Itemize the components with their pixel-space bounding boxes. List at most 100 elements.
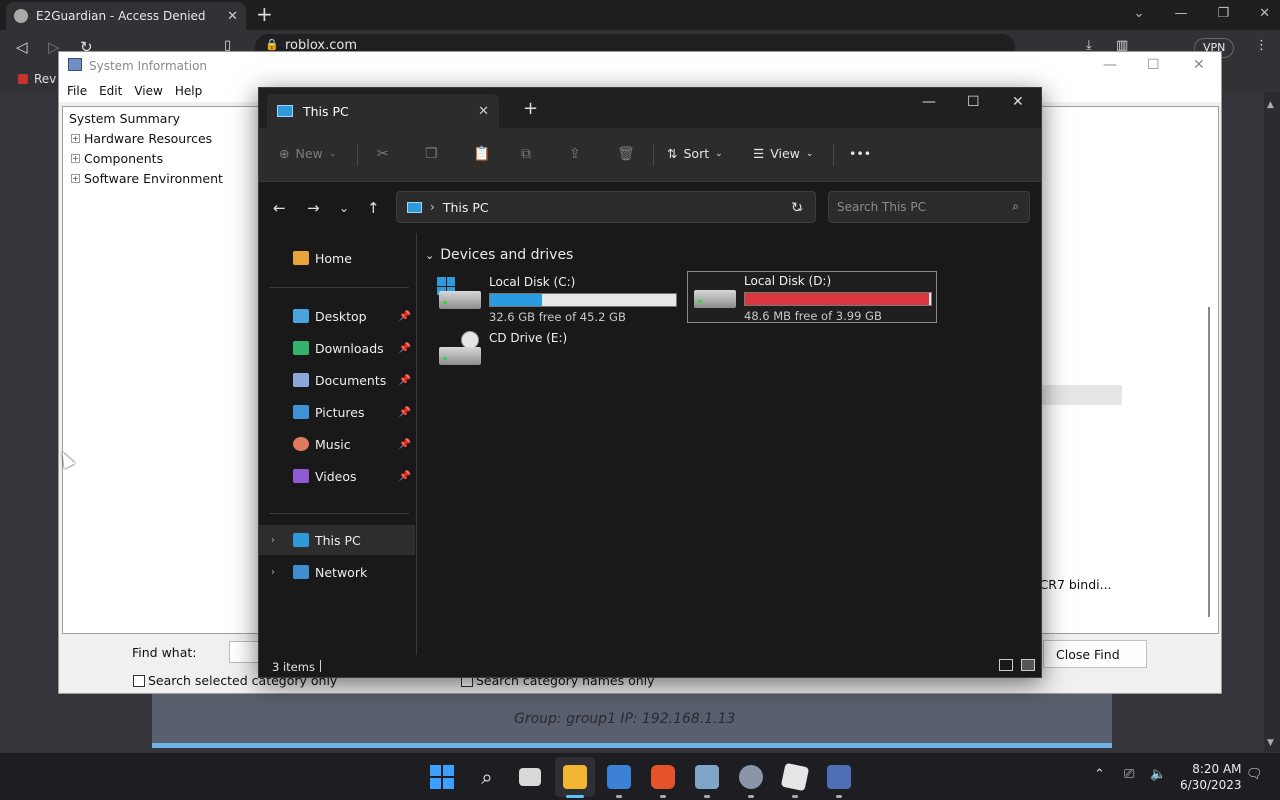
system-info-icon[interactable] [827,765,851,789]
nav-item-documents[interactable]: Documents 📌 [259,365,415,395]
nav-item-downloads[interactable]: Downloads 📌 [259,333,415,363]
nav-item-music[interactable]: Music 📌 [259,429,415,459]
volume-icon[interactable]: 🔈 [1150,767,1166,782]
delete-icon[interactable]: 🗑 [617,146,635,162]
page-scrollbar[interactable]: ▲ ▼ [1264,92,1280,752]
microsoft-store-icon[interactable] [607,765,631,789]
large-icons-view-icon[interactable] [1021,659,1035,671]
roblox-icon[interactable] [780,762,810,792]
file-explorer-icon[interactable] [563,765,587,789]
view-button[interactable]: ☰ View ⌄ [753,146,813,161]
scroll-up-icon[interactable]: ▲ [1267,100,1274,110]
bookmark-item[interactable]: Rev [18,72,56,86]
details-row-selected[interactable] [1042,385,1122,405]
paste-icon[interactable]: 📋 [473,146,490,162]
share-icon[interactable]: ⇪ [569,146,581,162]
system-clock[interactable]: 8:20 AM 6/30/2023 [1180,761,1242,793]
pin-icon[interactable]: 📌 [399,311,411,322]
browser-tab-active[interactable]: E2Guardian - Access Denied ✕ [6,2,246,30]
nav-item-this-pc[interactable]: › This PC [259,525,415,555]
task-view-icon[interactable] [519,768,541,786]
drive-c[interactable]: Local Disk (C:) 32.6 GB free of 45.2 GB [437,275,681,327]
pin-icon[interactable]: 📌 [399,343,411,354]
pin-icon[interactable]: 📌 [399,471,411,482]
new-tab-button[interactable]: + [523,98,538,119]
search-icon[interactable]: ⌕ [475,765,499,789]
breadcrumb-this-pc[interactable]: This PC [443,200,796,215]
explorer-titlebar[interactable]: This PC ✕ + — ☐ ✕ [259,88,1041,128]
sort-button[interactable]: ⇅ Sort ⌄ [667,146,723,161]
resource-monitor-icon[interactable] [695,765,719,789]
pin-icon[interactable]: 📌 [399,439,411,450]
close-icon[interactable]: ✕ [1259,6,1270,21]
minimize-icon[interactable]: — [1174,6,1187,21]
recent-locations-icon[interactable]: ⌄ [339,201,349,215]
drive-d[interactable]: Local Disk (D:) 48.6 MB free of 3.99 GB [687,271,937,323]
drive-e[interactable]: CD Drive (E:) [437,331,681,371]
chevron-right-icon[interactable]: › [271,567,275,578]
cut-icon[interactable]: ✂ [377,146,389,162]
home-icon [293,251,309,265]
new-button[interactable]: ⊕ New ⌄ [279,146,336,161]
drive-free-space: 32.6 GB free of 45.2 GB [489,310,626,324]
find-what-input[interactable] [229,641,259,663]
chevron-down-icon[interactable]: ⌄ [1134,6,1145,21]
details-view-icon[interactable] [999,659,1013,671]
breadcrumb-chevron-icon[interactable]: › [430,200,435,214]
nav-item-pictures[interactable]: Pictures 📌 [259,397,415,427]
explorer-tab-this-pc[interactable]: This PC ✕ [267,94,499,128]
close-icon[interactable]: ✕ [1012,94,1024,110]
menu-edit[interactable]: Edit [97,80,132,102]
rename-icon[interactable]: ⧉ [521,146,531,162]
menu-help[interactable]: Help [173,80,212,102]
tree-item-hardware-resources[interactable]: + Hardware Resources [71,131,212,146]
expand-icon[interactable]: + [71,134,80,143]
up-arrow-icon[interactable]: ↑ [367,199,380,217]
brave-browser-icon[interactable] [651,765,675,789]
menu-view[interactable]: View [132,80,172,102]
menu-file[interactable]: File [65,80,97,102]
close-find-button[interactable]: Close Find [1043,640,1147,668]
tree-item-components[interactable]: + Components [71,151,163,166]
details-scrollbar[interactable] [1208,307,1210,617]
chevron-up-icon[interactable]: ⌃ [1094,767,1105,782]
chevron-right-icon[interactable]: › [271,535,275,546]
tree-item-system-summary[interactable]: System Summary [69,111,180,126]
minimize-icon[interactable]: — [1103,57,1117,73]
new-tab-button[interactable]: + [256,4,273,24]
maximize-icon[interactable]: ☐ [967,94,980,110]
nav-item-desktop[interactable]: Desktop 📌 [259,301,415,331]
notifications-icon[interactable]: 🗨 [1246,767,1263,782]
expand-icon[interactable]: + [71,174,80,183]
back-icon[interactable]: ◁ [16,38,28,56]
refresh-icon[interactable]: ↻ [791,200,803,216]
close-icon[interactable]: ✕ [1193,57,1205,73]
start-icon[interactable] [430,765,454,789]
back-arrow-icon[interactable]: ← [273,199,286,217]
copy-icon[interactable]: ❐ [425,146,438,162]
checkbox-box[interactable] [133,674,145,687]
network-status-icon[interactable]: ⎚ [1124,767,1134,782]
address-bar[interactable]: › This PC ⌄ [396,191,816,223]
pin-icon[interactable]: 📌 [399,407,411,418]
menu-icon[interactable]: ⋮ [1255,38,1268,53]
nav-item-network[interactable]: › Network [259,557,415,587]
tree-item-software-environment[interactable]: + Software Environment [71,171,223,186]
search-input[interactable]: Search This PC ⌕ [828,191,1030,223]
chevron-down-icon[interactable]: ⌄ [425,249,434,262]
pin-icon[interactable]: 📌 [399,375,411,386]
expand-icon[interactable]: + [71,154,80,163]
settings-gear-icon[interactable] [739,765,763,789]
maximize-icon[interactable]: ☐ [1147,57,1160,73]
forward-arrow-icon[interactable]: → [307,199,320,217]
close-icon[interactable]: ✕ [227,9,238,24]
see-more-button[interactable]: ••• [849,146,871,161]
close-icon[interactable]: ✕ [478,104,489,119]
restore-icon[interactable]: ❐ [1217,6,1229,21]
scroll-down-icon[interactable]: ▼ [1267,738,1274,748]
devices-and-drives-header[interactable]: ⌄ Devices and drives [425,247,573,263]
msinfo-titlebar[interactable]: System Information — ☐ ✕ [59,52,1221,80]
nav-item-videos[interactable]: Videos 📌 [259,461,415,491]
minimize-icon[interactable]: — [922,94,936,110]
nav-item-home[interactable]: Home [259,243,415,273]
